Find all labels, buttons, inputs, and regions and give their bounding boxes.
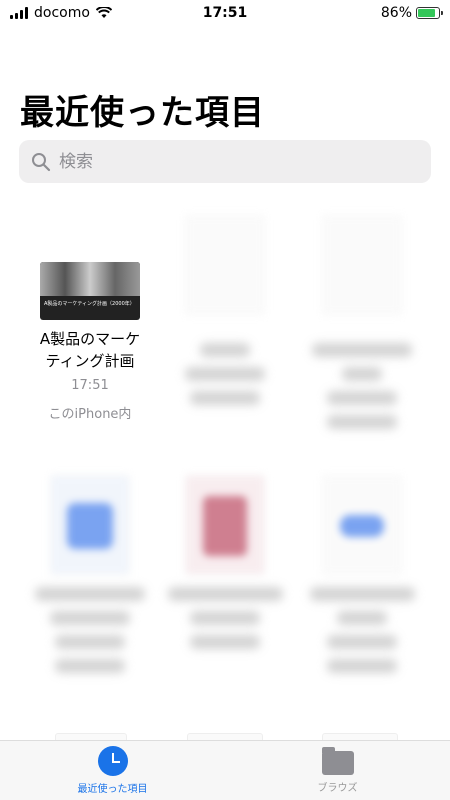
file-type-icon xyxy=(340,515,384,537)
file-name-line1: A製品のマーケ xyxy=(39,330,141,348)
blurred-text xyxy=(185,367,265,381)
battery-icon xyxy=(416,7,443,19)
blurred-text xyxy=(312,343,412,357)
status-left: docomo xyxy=(10,5,112,21)
blurred-text xyxy=(50,611,130,625)
file-item-blurred[interactable] xyxy=(297,215,427,429)
carrier-name: docomo xyxy=(34,5,90,21)
file-thumbnail: A製品のマーケティング計画（2000年） xyxy=(40,262,140,320)
file-thumbnail xyxy=(185,215,265,315)
blurred-text xyxy=(55,659,125,673)
file-thumbnail xyxy=(322,475,402,575)
file-time: 17:51 xyxy=(71,378,109,393)
status-right: 86% xyxy=(380,5,443,21)
tab-recents[interactable]: 最近使った項目 xyxy=(0,741,225,800)
search-input[interactable] xyxy=(59,151,399,172)
blurred-text xyxy=(55,635,125,649)
file-thumbnail xyxy=(322,215,402,315)
blurred-text xyxy=(309,587,415,601)
file-item-blurred[interactable] xyxy=(25,475,155,673)
file-location: このiPhone内 xyxy=(48,407,132,422)
blurred-text xyxy=(327,635,397,649)
page-title: 最近使った項目 xyxy=(20,93,265,133)
blurred-text xyxy=(337,611,387,625)
search-icon xyxy=(32,152,51,171)
blurred-text xyxy=(327,391,397,405)
signal-icon xyxy=(10,7,28,19)
file-item-blurred[interactable] xyxy=(297,475,427,673)
file-name-line2: ティング計画 xyxy=(45,352,135,370)
file-item-blurred[interactable] xyxy=(160,475,290,649)
search-bar[interactable] xyxy=(19,140,431,183)
tab-label: ブラウズ xyxy=(317,783,358,794)
blurred-text xyxy=(190,635,260,649)
file-item-blurred[interactable] xyxy=(160,215,290,405)
thumbnail-photo xyxy=(40,262,140,296)
tab-bar: 最近使った項目 ブラウズ xyxy=(0,740,450,800)
status-bar: docomo 17:51 86% xyxy=(0,0,450,26)
blurred-text xyxy=(327,415,397,429)
tab-browse[interactable]: ブラウズ xyxy=(225,741,450,800)
blurred-text xyxy=(190,611,260,625)
battery-fill xyxy=(418,9,436,17)
blurred-text xyxy=(200,343,250,357)
file-thumbnail xyxy=(50,475,130,575)
tab-label: 最近使った項目 xyxy=(77,784,148,795)
thumbnail-caption: A製品のマーケティング計画（2000年） xyxy=(44,301,135,307)
file-type-icon xyxy=(203,496,247,556)
file-name: A製品のマーケ ティング計画 xyxy=(25,328,155,372)
folder-icon xyxy=(321,747,354,775)
blurred-text xyxy=(167,587,283,601)
blurred-text xyxy=(35,587,145,601)
blurred-text xyxy=(190,391,260,405)
file-type-icon xyxy=(67,503,113,549)
battery-percent: 86% xyxy=(380,5,412,21)
blurred-text xyxy=(327,659,397,673)
file-thumbnail xyxy=(185,475,265,575)
blurred-text xyxy=(342,367,382,381)
clock-icon xyxy=(97,746,128,776)
wifi-icon xyxy=(95,7,112,18)
file-item-marketing-plan[interactable]: A製品のマーケティング計画（2000年） A製品のマーケ ティング計画 17:5… xyxy=(25,262,155,422)
